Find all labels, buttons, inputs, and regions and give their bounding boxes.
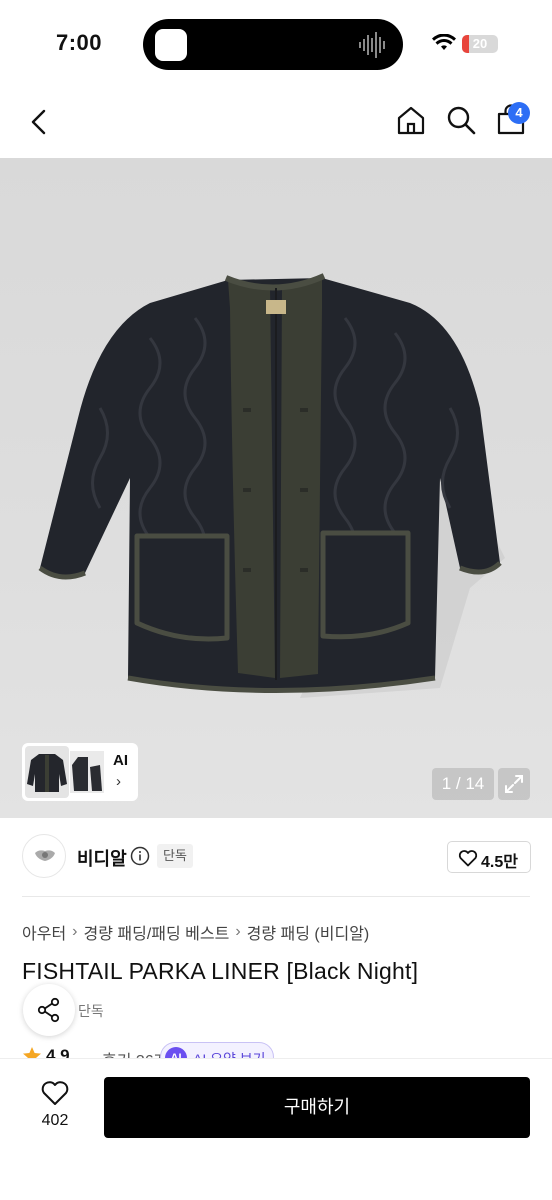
thumbnail-model bbox=[72, 757, 102, 791]
brand-like-count: 4.5만 bbox=[481, 854, 518, 871]
ai-thumbnail-card[interactable]: AI › bbox=[22, 743, 138, 801]
thumbnail-ai-label: AI bbox=[113, 752, 128, 769]
brand-like-button[interactable]: 4.5만 bbox=[447, 841, 531, 873]
breadcrumb-item[interactable]: 경량 패딩 (비디알) bbox=[247, 920, 370, 944]
buy-button[interactable]: 구매하기 bbox=[104, 1077, 530, 1138]
expand-button[interactable] bbox=[498, 768, 530, 800]
brand-logo[interactable] bbox=[22, 834, 66, 878]
chevron-right-icon: › bbox=[116, 773, 121, 790]
cart-count-badge: 4 bbox=[508, 102, 530, 124]
thumbnail-jacket bbox=[27, 754, 67, 792]
nav-bar bbox=[0, 88, 552, 158]
share-icon bbox=[37, 997, 60, 1023]
status-time: 7:00 bbox=[56, 30, 103, 55]
search-icon[interactable] bbox=[446, 105, 476, 135]
expand-icon bbox=[505, 775, 523, 793]
battery-icon: 20 bbox=[462, 35, 498, 53]
product-photo bbox=[38, 273, 505, 698]
share-button[interactable] bbox=[23, 984, 75, 1036]
product-title: FISHTAIL PARKA LINER [Black Night] bbox=[22, 958, 419, 984]
breadcrumb-item[interactable]: 아우터 bbox=[22, 920, 66, 944]
brand-row: 비디알 단독 4.5만 bbox=[0, 830, 552, 886]
chevron-right-icon: › bbox=[72, 923, 78, 940]
exclusive-badge: 단독 bbox=[157, 844, 193, 868]
home-icon[interactable] bbox=[395, 104, 427, 136]
brand-emblem-icon bbox=[35, 850, 55, 861]
heart-icon bbox=[41, 1081, 69, 1105]
breadcrumb: 아우터 › 경량 패딩/패딩 베스트 › 경량 패딩 (비디알) bbox=[22, 920, 369, 944]
thumbnail-image-2[interactable] bbox=[70, 751, 104, 793]
breadcrumb-item[interactable]: 경량 패딩/패딩 베스트 bbox=[84, 920, 230, 944]
exclusive-tag: 단독 bbox=[78, 1003, 104, 1019]
brand-name[interactable]: 비디알 bbox=[77, 845, 127, 871]
heart-icon bbox=[458, 850, 478, 867]
chevron-right-icon: › bbox=[235, 923, 241, 940]
divider bbox=[22, 896, 530, 897]
info-icon[interactable] bbox=[130, 846, 150, 866]
bottom-action-bar: 402 구매하기 bbox=[0, 1058, 552, 1200]
product-image-gallery[interactable]: AI › 1 / 14 bbox=[0, 158, 552, 818]
wifi-icon bbox=[432, 34, 456, 50]
audio-wave-icon bbox=[359, 32, 385, 58]
wishlist-count: 402 bbox=[41, 1112, 69, 1129]
dynamic-island bbox=[143, 19, 403, 70]
back-arrow-icon[interactable] bbox=[24, 106, 56, 138]
island-app-icon bbox=[155, 29, 187, 61]
wishlist-button[interactable]: 402 bbox=[28, 1079, 82, 1135]
status-bar: 7:00 20 bbox=[0, 0, 552, 88]
image-page-counter: 1 / 14 bbox=[432, 768, 494, 800]
battery-percent: 20 bbox=[472, 36, 488, 51]
thumbnail-image[interactable] bbox=[25, 746, 69, 798]
